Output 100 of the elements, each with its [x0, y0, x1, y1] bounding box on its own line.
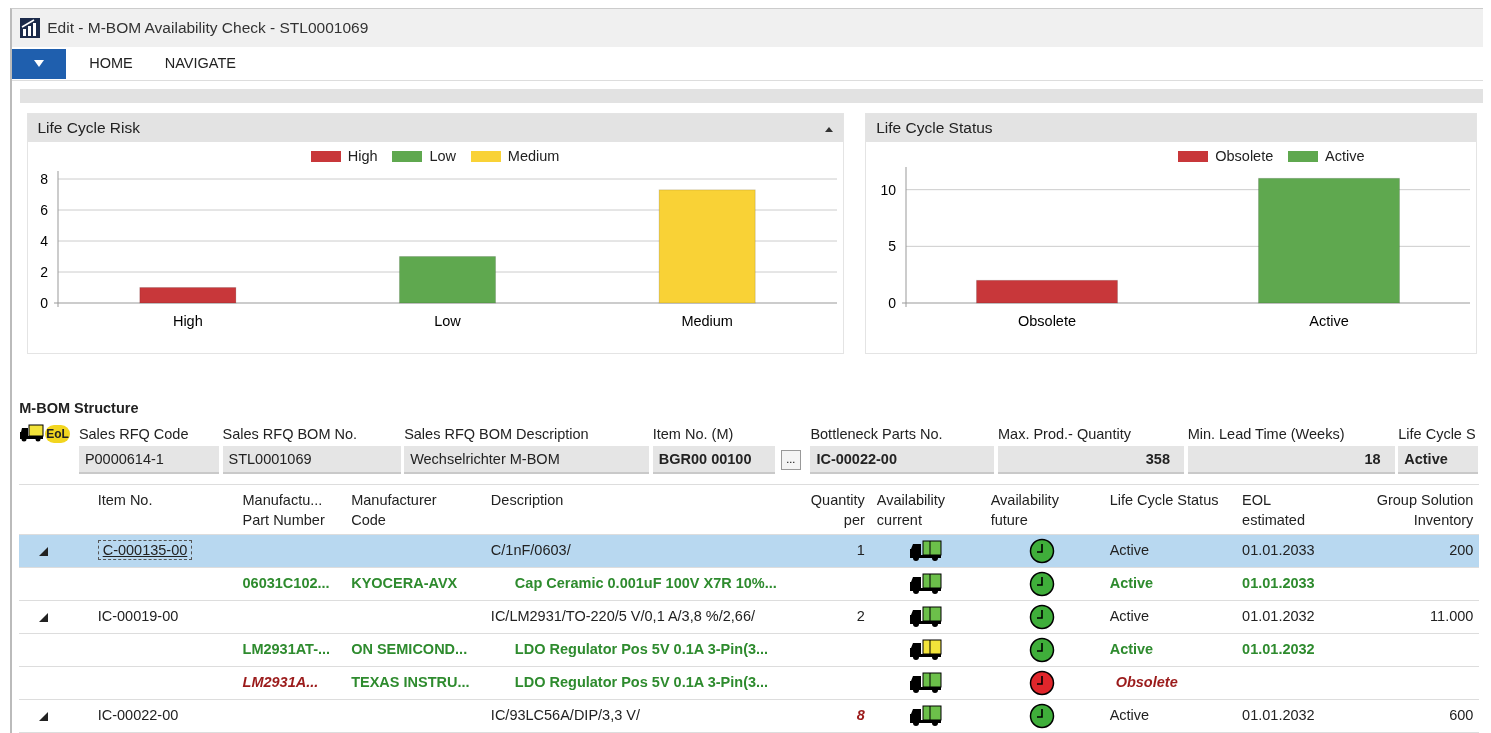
table-cell: IC-00019-00: [97, 608, 179, 625]
table-cell: Active: [1109, 641, 1154, 658]
column-header: Availability: [990, 490, 1060, 510]
legend-label: High: [347, 146, 378, 166]
legend-label: Low: [429, 146, 457, 166]
table-cell-text: LDO Regulator Pos 5V 0.1A 3-Pin(3...: [513, 674, 769, 691]
table-cell: 600: [1449, 707, 1474, 724]
chart-title: Life Cycle Status: [876, 118, 993, 139]
table-cell: 200: [1449, 542, 1474, 559]
table-row[interactable]: LM2931AT-... ON SEMICOND... LDO Regulator Pos 5V 0.1A 3-Pin(3... Active 01.01.2032: [19, 633, 1480, 667]
category-label: Active: [1309, 313, 1349, 330]
category-label: Low: [433, 313, 461, 330]
table-cell: 01.01.2033: [1242, 575, 1315, 592]
table-cell-text: Obsolete: [1114, 674, 1178, 691]
caret-icon: [34, 60, 44, 67]
column-header: Availability: [876, 490, 947, 510]
column-header: estimated: [1242, 511, 1306, 531]
table-cell: 8: [856, 707, 865, 724]
field-label: Life Cycle S: [1398, 424, 1477, 444]
category-label: Medium: [680, 313, 733, 330]
column-header: per: [842, 511, 865, 531]
ribbon-tab[interactable]: HOME: [73, 52, 149, 75]
legend-label: Active: [1325, 146, 1365, 166]
table-cell: LM2931AT-...: [242, 641, 331, 658]
axis-tick-label: 8: [39, 171, 48, 188]
expand-icon[interactable]: [39, 612, 49, 622]
table-cell: 1: [856, 542, 865, 559]
table-cell: C/1nF/0603/: [490, 542, 571, 559]
table-row[interactable]: IC-00022-00 IC/93LC56A/DIP/3,3 V/ 8 Active 01.01.2032 600: [19, 699, 1480, 733]
field-label: Bottleneck Parts No.: [810, 424, 944, 444]
column-header: Item No.: [97, 490, 154, 510]
category-label: Obsolete: [1018, 313, 1077, 330]
axis-tick-label: 5: [888, 238, 897, 255]
category-label: High: [172, 313, 203, 330]
table-cell: ON SEMICOND...: [351, 641, 468, 658]
column-header: future: [990, 511, 1029, 531]
field-label: Max. Prod.- Quantity: [998, 424, 1132, 444]
table-cell: Active: [1109, 542, 1150, 559]
column-header: Part Number: [242, 511, 326, 531]
table-cell: LM2931A...: [242, 674, 319, 691]
table-cell: IC-00022-00: [97, 707, 179, 724]
legend-label: Medium: [507, 146, 560, 166]
column-header: Life Cycle Status: [1109, 490, 1220, 510]
column-header: Description: [490, 490, 565, 510]
axis-tick-label: 2: [39, 264, 48, 281]
chart-title: Life Cycle Risk: [37, 118, 140, 139]
field-value: BGR00 00100: [652, 445, 775, 474]
axis-tick-label: 4: [39, 233, 48, 250]
menu-button[interactable]: [12, 48, 66, 79]
table-cell: 01.01.2033: [1242, 542, 1315, 559]
field-label: Min. Lead Time (Weeks): [1187, 424, 1346, 444]
column-header: Manufacturer: [351, 490, 438, 510]
ribbon-tab[interactable]: NAVIGATE: [148, 52, 252, 75]
table-row[interactable]: C-000135-00 C/1nF/0603/ 1 Active 01.01.2033 200: [19, 534, 1480, 568]
table-cell: Active: [1109, 707, 1150, 724]
lookup-button[interactable]: ...: [780, 449, 801, 470]
field-value: STL0001069: [222, 445, 401, 474]
column-header: Quantity: [809, 490, 865, 510]
axis-tick-label: 0: [39, 295, 48, 312]
table-cell[interactable]: C-000135-00: [97, 540, 193, 561]
table-cell: IC/93LC56A/DIP/3,3 V/: [490, 707, 640, 724]
table-cell: 01.01.2032: [1242, 641, 1315, 658]
table-cell: IC/LM2931/TO-220/5 V/0,1 A/3,8 %/2,66/: [490, 608, 755, 625]
truck-icon: [19, 423, 46, 442]
column-header: Manufactu...: [242, 490, 324, 510]
table-row[interactable]: IC-00019-00 IC/LM2931/TO-220/5 V/0,1 A/3,8 %/2,66/ 2 Active 01.01.2032 11.000: [19, 600, 1480, 634]
expand-icon[interactable]: [39, 711, 49, 721]
column-header: Inventory: [1412, 511, 1474, 531]
field-label: Sales RFQ Code: [78, 424, 190, 444]
field-value: 18: [1187, 445, 1395, 474]
table-cell: 2: [856, 608, 865, 625]
column-header: Group Solution: [1375, 490, 1474, 510]
legend-label: Obsolete: [1215, 146, 1274, 166]
column-header: Code: [351, 511, 387, 531]
field-label: Sales RFQ BOM Description: [404, 424, 590, 444]
collapse-icon[interactable]: [824, 126, 833, 132]
expand-icon[interactable]: [39, 546, 49, 556]
axis-tick-label: 10: [880, 182, 897, 199]
table-cell: 06031C102...: [242, 575, 330, 592]
eol-badge: EoL: [45, 424, 70, 443]
field-value: P0000614-1: [78, 445, 219, 474]
table-cell-text: Cap Ceramic 0.001uF 100V X7R 10%...: [513, 575, 777, 592]
table-row[interactable]: 06031C102... KYOCERA-AVX Cap Ceramic 0.001uF 100V X7R 10%... Active 01.01.2033: [19, 567, 1480, 601]
axis-tick-label: 0: [888, 295, 897, 312]
app-icon: [20, 18, 40, 39]
table-cell: TEXAS INSTRU...: [351, 674, 470, 691]
column-header: current: [876, 511, 923, 531]
column-header: EOL: [1242, 490, 1273, 510]
table-cell: Active: [1109, 608, 1150, 625]
table-row[interactable]: LM2931A... TEXAS INSTRU... LDO Regulator Pos 5V 0.1A 3-Pin(3... Obsolete: [19, 666, 1480, 700]
field-value: Active: [1398, 445, 1479, 474]
table-cell: KYOCERA-AVX: [351, 575, 458, 592]
field-label: Item No. (M): [652, 424, 735, 444]
axis-tick-label: 6: [39, 202, 48, 219]
field-label: Sales RFQ BOM No.: [222, 424, 359, 444]
field-value: 358: [998, 445, 1184, 474]
window-title: Edit - M-BOM Availability Check - STL0001069: [47, 18, 369, 39]
table-cell: 11.000: [1430, 608, 1474, 625]
field-value: IC-00022-00: [810, 445, 995, 474]
table-cell: 01.01.2032: [1242, 608, 1315, 625]
